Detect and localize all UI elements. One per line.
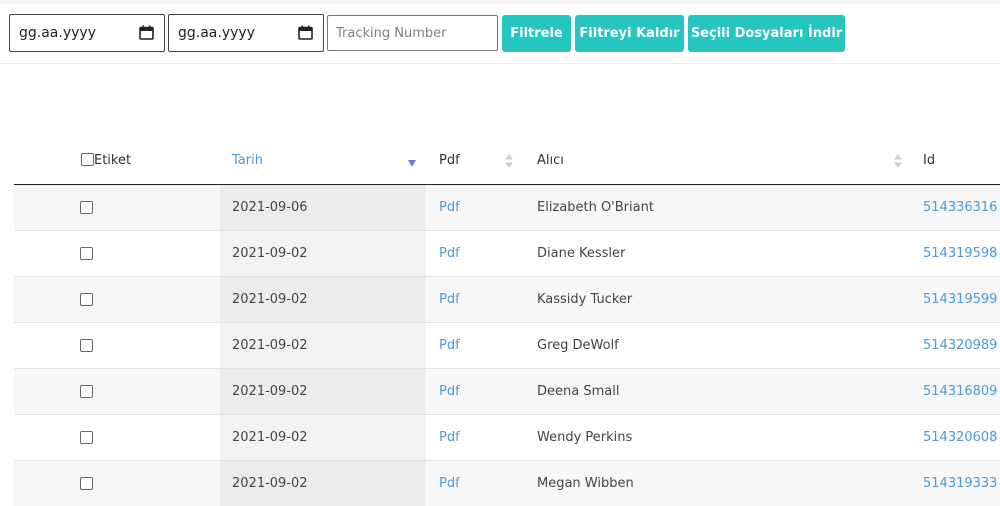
row-recipient: Wendy Perkins	[522, 413, 911, 460]
filter-button[interactable]: Filtrele	[502, 15, 571, 52]
shipments-table: Etiket Tarih Pdf Alıcı Id 2021-09-06 Pdf…	[14, 139, 1000, 506]
row-recipient: Kassidy Tucker	[522, 275, 911, 322]
header-date-text: Tarih	[232, 153, 263, 168]
row-date: 2021-09-02	[220, 459, 426, 506]
pdf-link[interactable]: Pdf	[439, 430, 460, 445]
id-link[interactable]: 514336316	[923, 200, 997, 215]
end-date-placeholder: gg.aa.yyyy	[178, 25, 255, 41]
id-link[interactable]: 514319599	[923, 292, 997, 307]
table-row: 2021-09-02 Pdf Deena Small 514316809	[14, 367, 1000, 414]
sort-icon	[894, 154, 902, 168]
sort-desc-icon	[408, 160, 416, 167]
id-link[interactable]: 514319598	[923, 246, 997, 261]
row-recipient: Greg DeWolf	[522, 321, 911, 368]
header-recipient[interactable]: Alıcı	[522, 139, 911, 185]
id-link[interactable]: 514316809	[923, 384, 997, 399]
row-date: 2021-09-02	[220, 275, 426, 322]
header-recipient-text: Alıcı	[537, 153, 564, 168]
table-row: 2021-09-02 Pdf Diane Kessler 514319598	[14, 229, 1000, 276]
row-recipient: Deena Small	[522, 367, 911, 414]
id-link[interactable]: 514319333	[923, 476, 997, 491]
id-link[interactable]: 514320989	[923, 338, 997, 353]
pdf-link[interactable]: Pdf	[439, 292, 460, 307]
header-label-text: Etiket	[94, 153, 132, 168]
calendar-icon[interactable]	[298, 25, 313, 40]
table-row: 2021-09-02 Pdf Greg DeWolf 514320989	[14, 321, 1000, 368]
table-row: 2021-09-06 Pdf Elizabeth O'Briant 514336…	[14, 183, 1000, 230]
header-id[interactable]: Id	[911, 139, 1000, 185]
pdf-link[interactable]: Pdf	[439, 246, 460, 261]
row-recipient: Elizabeth O'Briant	[522, 183, 911, 230]
row-checkbox[interactable]	[80, 246, 93, 260]
end-date-input[interactable]: gg.aa.yyyy	[168, 14, 324, 52]
header-pdf-text: Pdf	[439, 153, 460, 168]
row-checkbox[interactable]	[80, 200, 93, 214]
table-header-row: Etiket Tarih Pdf Alıcı Id	[14, 139, 1000, 185]
pdf-link[interactable]: Pdf	[439, 200, 460, 215]
row-checkbox[interactable]	[80, 292, 93, 306]
table-row: 2021-09-02 Pdf Megan Wibben 514319333	[14, 459, 1000, 506]
row-date: 2021-09-02	[220, 229, 426, 276]
row-checkbox[interactable]	[80, 430, 93, 444]
pdf-link[interactable]: Pdf	[439, 338, 460, 353]
id-link[interactable]: 514320608	[923, 430, 997, 445]
table-row: 2021-09-02 Pdf Kassidy Tucker 514319599	[14, 275, 1000, 322]
header-id-text: Id	[923, 153, 936, 168]
tracking-number-input[interactable]	[327, 15, 498, 51]
start-date-input[interactable]: gg.aa.yyyy	[9, 14, 165, 52]
row-date: 2021-09-02	[220, 321, 426, 368]
sort-icon	[505, 154, 513, 168]
row-recipient: Diane Kessler	[522, 229, 911, 276]
download-selected-button[interactable]: Seçili Dosyaları İndir	[688, 15, 845, 52]
select-all-checkbox[interactable]	[81, 153, 94, 166]
clear-filter-button[interactable]: Filtreyi Kaldır	[575, 15, 684, 52]
header-label[interactable]: Etiket	[14, 139, 220, 185]
calendar-icon[interactable]	[139, 25, 154, 40]
pdf-link[interactable]: Pdf	[439, 384, 460, 399]
row-checkbox[interactable]	[80, 476, 93, 490]
row-date: 2021-09-02	[220, 413, 426, 460]
row-checkbox[interactable]	[80, 338, 93, 352]
table-row: 2021-09-02 Pdf Wendy Perkins 514320608	[14, 413, 1000, 460]
row-date: 2021-09-02	[220, 367, 426, 414]
pdf-link[interactable]: Pdf	[439, 476, 460, 491]
start-date-placeholder: gg.aa.yyyy	[19, 25, 96, 41]
header-pdf[interactable]: Pdf	[426, 139, 522, 185]
row-recipient: Megan Wibben	[522, 459, 911, 506]
header-date[interactable]: Tarih	[220, 139, 426, 185]
row-checkbox[interactable]	[80, 384, 93, 398]
row-date: 2021-09-06	[220, 183, 426, 230]
filter-toolbar: gg.aa.yyyy gg.aa.yyyy Filtrele Filtreyi …	[0, 4, 1000, 64]
